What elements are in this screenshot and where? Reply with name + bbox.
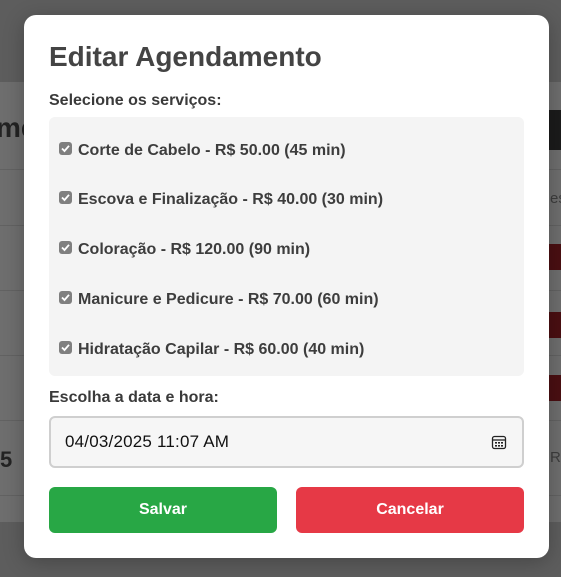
checkmark-icon bbox=[61, 144, 70, 152]
service-option[interactable]: Escova e Finalização - R$ 40.00 (30 min) bbox=[59, 189, 383, 211]
background-cell-text: R bbox=[550, 449, 561, 466]
background-count: 5 bbox=[0, 447, 13, 472]
service-checkbox[interactable] bbox=[59, 190, 72, 204]
checkmark-icon bbox=[61, 193, 70, 201]
modal-title: Editar Agendamento bbox=[49, 41, 322, 72]
service-label: Hidratação Capilar - R$ 60.00 (40 min) bbox=[78, 341, 365, 358]
services-list: Corte de Cabelo - R$ 50.00 (45 min) Esco… bbox=[49, 117, 524, 376]
cancel-button[interactable]: Cancelar bbox=[296, 487, 524, 533]
service-option[interactable]: Coloração - R$ 120.00 (90 min) bbox=[59, 239, 310, 261]
service-option[interactable]: Corte de Cabelo - R$ 50.00 (45 min) bbox=[59, 140, 346, 162]
save-button[interactable]: Salvar bbox=[49, 487, 277, 533]
datetime-value[interactable]: 04/03/2025 11:07 AM bbox=[65, 432, 229, 452]
background-header-button bbox=[549, 110, 561, 150]
service-label: Escova e Finalização - R$ 40.00 (30 min) bbox=[78, 191, 384, 208]
background-action-button bbox=[549, 244, 561, 270]
datetime-input[interactable]: 04/03/2025 11:07 AM bbox=[49, 416, 524, 468]
checkmark-icon bbox=[61, 293, 70, 301]
background-column-header: es bbox=[550, 190, 561, 207]
service-label: Manicure e Pedicure - R$ 70.00 (60 min) bbox=[78, 291, 379, 308]
background-action-button bbox=[549, 312, 561, 338]
service-checkbox[interactable] bbox=[59, 340, 72, 354]
checkmark-icon bbox=[61, 243, 70, 251]
service-option[interactable]: Manicure e Pedicure - R$ 70.00 (60 min) bbox=[59, 289, 379, 311]
datetime-label: Escolha a data e hora: bbox=[49, 389, 219, 406]
services-label: Selecione os serviços: bbox=[49, 92, 222, 109]
service-label: Corte de Cabelo - R$ 50.00 (45 min) bbox=[78, 142, 346, 159]
calendar-icon[interactable] bbox=[491, 434, 507, 450]
edit-appointment-modal: Editar Agendamento Selecione os serviços… bbox=[24, 15, 549, 558]
checkmark-icon bbox=[61, 343, 70, 351]
service-checkbox[interactable] bbox=[59, 290, 72, 304]
service-label: Coloração - R$ 120.00 (90 min) bbox=[78, 241, 311, 258]
background-action-button bbox=[549, 375, 561, 401]
service-checkbox[interactable] bbox=[59, 240, 72, 254]
service-checkbox[interactable] bbox=[59, 141, 72, 155]
service-option[interactable]: Hidratação Capilar - R$ 60.00 (40 min) bbox=[59, 339, 364, 361]
